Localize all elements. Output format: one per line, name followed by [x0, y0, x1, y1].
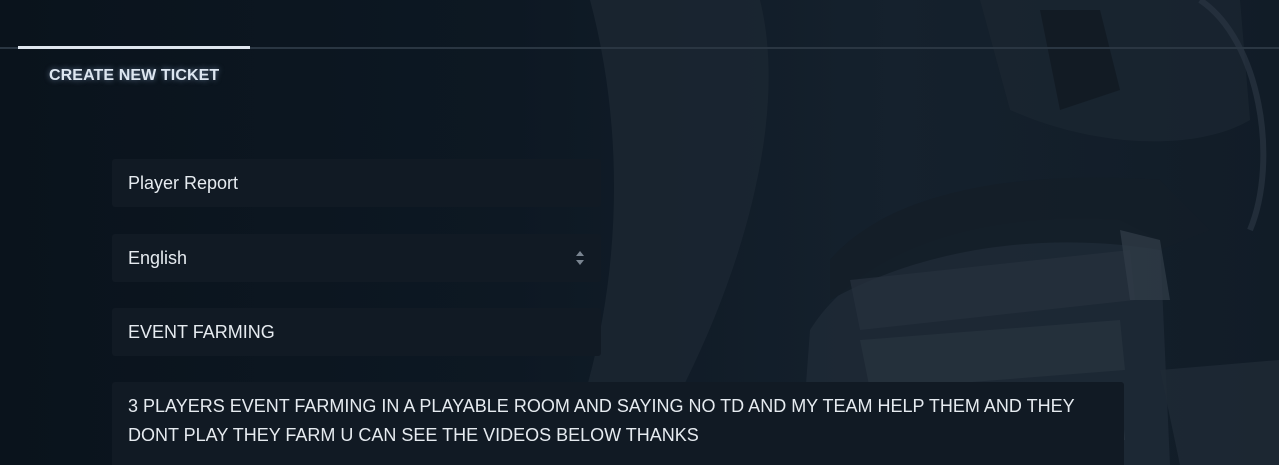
active-tab-indicator	[18, 46, 250, 49]
category-value: Player Report	[128, 172, 239, 193]
tab-create-new-ticket[interactable]: CREATE NEW TICKET	[49, 67, 219, 85]
description-value: 3 PLAYERS EVENT FARMING IN A PLAYABLE RO…	[128, 396, 1075, 445]
updown-chevrons-icon	[576, 251, 584, 265]
language-select[interactable]: English	[112, 234, 601, 282]
description-textarea[interactable]: 3 PLAYERS EVENT FARMING IN A PLAYABLE RO…	[112, 382, 1124, 465]
subject-input[interactable]: EVENT FARMING	[112, 308, 601, 356]
category-select[interactable]: Player Report	[112, 159, 601, 207]
language-value: English	[128, 247, 188, 268]
ticket-page: CREATE NEW TICKET Player Report English …	[0, 0, 1279, 465]
subject-value: EVENT FARMING	[128, 321, 275, 342]
